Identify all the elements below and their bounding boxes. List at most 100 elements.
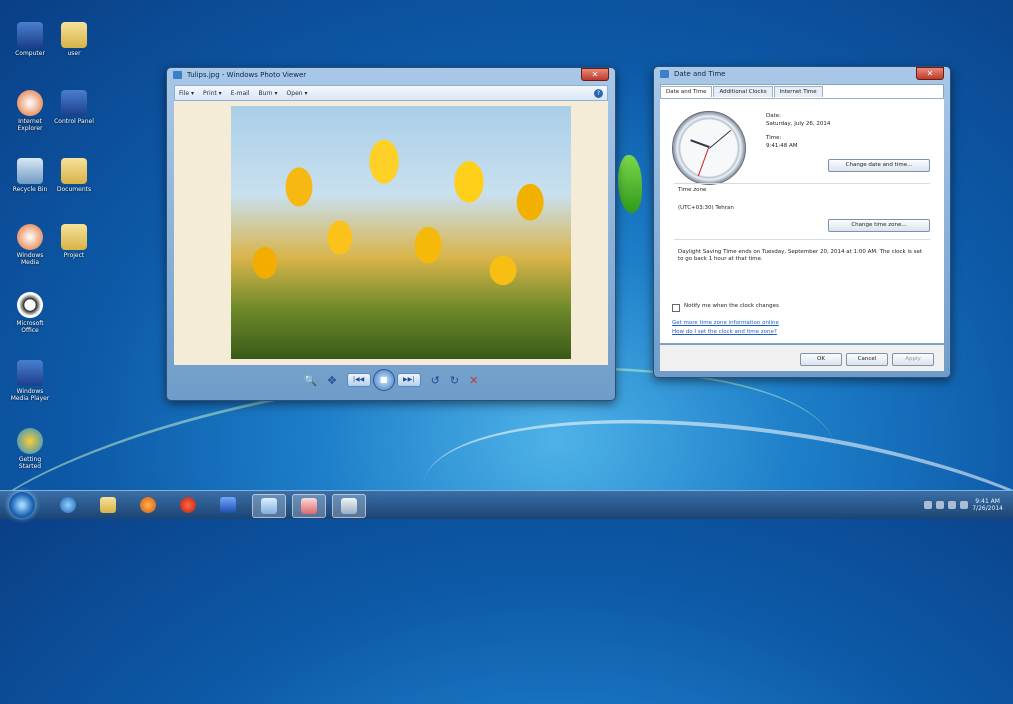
tab-date-and-time[interactable]: Date and Time	[660, 86, 713, 97]
time-zone-info-link[interactable]: Get more time zone information online	[672, 320, 779, 326]
time-label: Time:	[766, 135, 782, 141]
system-tray: 9:41 AM 7/26/2014	[924, 495, 1003, 515]
taskbar-app-1[interactable]	[172, 494, 204, 516]
apply-button[interactable]: Apply	[892, 353, 934, 366]
separator	[674, 183, 930, 184]
actual-size-button[interactable]: ✥	[327, 374, 336, 387]
taskbar-app-2[interactable]	[212, 494, 244, 516]
start-button[interactable]	[9, 492, 35, 518]
photo-viewer-icon	[261, 498, 277, 514]
folder-icon	[100, 497, 116, 513]
notify-checkbox[interactable]	[672, 304, 680, 312]
close-button[interactable]: ✕	[581, 68, 609, 81]
volume-icon[interactable]	[960, 501, 969, 509]
date-time-dialog[interactable]: Date and Time ✕ Date and Time Additional…	[653, 66, 951, 378]
zoom-button[interactable]: 🔍	[304, 374, 318, 387]
rotate-counterclockwise-button[interactable]: ↺	[431, 374, 440, 387]
dst-notice: Daylight Saving Time ends on Tuesday, Se…	[678, 249, 922, 262]
photo-viewer-window[interactable]: Tulips.jpg - Windows Photo Viewer ✕ File…	[166, 67, 616, 401]
recycle-bin-icon	[17, 158, 43, 184]
tray-date: 7/26/2014	[972, 505, 1003, 512]
flag-icon[interactable]	[936, 501, 945, 509]
document-icon	[220, 497, 236, 513]
menu-burn[interactable]: Burn ▾	[259, 90, 278, 97]
media-player-icon	[140, 497, 156, 513]
dialog-footer: OK Cancel Apply	[660, 345, 944, 371]
folder-icon	[61, 158, 87, 184]
menu-open[interactable]: Open ▾	[287, 90, 308, 97]
dialog-titlebar[interactable]: Date and Time ✕	[654, 67, 950, 81]
media-player-icon	[17, 360, 43, 386]
desktop-icon-recycle-bin[interactable]: Recycle Bin	[8, 158, 52, 193]
menu-file[interactable]: File ▾	[179, 90, 194, 97]
tray-clock[interactable]: 9:41 AM 7/26/2014	[972, 498, 1003, 512]
time-value: 9:41:48 AM	[766, 143, 798, 149]
desktop-icon-getting-started[interactable]: Getting Started	[8, 428, 52, 470]
language-icon[interactable]	[924, 501, 933, 509]
time-zone-label: Time zone	[678, 187, 707, 193]
change-time-zone-button[interactable]: Change time zone...	[828, 219, 930, 232]
network-icon[interactable]	[948, 501, 957, 509]
internet-explorer-icon	[60, 497, 76, 513]
ok-button[interactable]: OK	[800, 353, 842, 366]
dialog-tabs: Date and Time Additional Clocks Internet…	[660, 86, 823, 97]
time-zone-value: (UTC+03:30) Tehran	[678, 205, 734, 211]
taskbar-explorer[interactable]	[92, 494, 124, 516]
taskbar: 9:41 AM 7/26/2014	[0, 490, 1013, 519]
tab-additional-clocks[interactable]: Additional Clocks	[713, 86, 773, 97]
desktop-icon-office[interactable]: Microsoft Office	[8, 292, 52, 334]
dialog-title: Date and Time	[674, 70, 726, 78]
navigation-group: |◀◀ ■ ▶▶|	[346, 369, 421, 391]
taskbar-media-player[interactable]	[132, 494, 164, 516]
folder-icon	[61, 224, 87, 250]
tray-time: 9:41 AM	[975, 498, 1000, 505]
cancel-button[interactable]: Cancel	[846, 353, 888, 366]
next-button[interactable]: ▶▶|	[396, 373, 421, 387]
wallpaper-fish-shape	[618, 155, 642, 213]
date-label: Date:	[766, 113, 781, 119]
desktop-icon-control-panel[interactable]: Control Panel	[52, 90, 96, 125]
dialog-close-button[interactable]: ✕	[916, 67, 944, 80]
viewer-titlebar[interactable]: Tulips.jpg - Windows Photo Viewer ✕	[167, 68, 615, 82]
tulips-photo	[231, 106, 571, 359]
menu-print[interactable]: Print ▾	[203, 90, 222, 97]
rotate-clockwise-button[interactable]: ↻	[450, 374, 459, 387]
desktop-icon-computer[interactable]: Computer	[8, 22, 52, 57]
previous-button[interactable]: |◀◀	[346, 373, 371, 387]
close-icon: ✕	[591, 70, 599, 79]
taskbar-photo-viewer[interactable]	[252, 494, 286, 518]
desktop-icon-user[interactable]: user	[52, 22, 96, 57]
desktop-icon-windows-media[interactable]: Windows Media	[8, 224, 52, 266]
delete-button[interactable]: ✕	[469, 374, 478, 387]
change-date-time-button[interactable]: Change date and time...	[828, 159, 930, 172]
photo-viewer-icon	[173, 71, 182, 79]
clock-help-link[interactable]: How do I set the clock and time zone?	[672, 329, 777, 335]
menu-email[interactable]: E-mail	[231, 90, 250, 97]
notify-label: Notify me when the clock changes	[684, 303, 779, 309]
taskbar-ie[interactable]	[52, 494, 84, 516]
viewer-menubar: File ▾ Print ▾ E-mail Burn ▾ Open ▾ ?	[174, 85, 608, 101]
taskbar-date-time[interactable]	[332, 494, 366, 518]
separator	[674, 239, 930, 240]
clock-icon	[341, 498, 357, 514]
taskbar-control-panel[interactable]	[292, 494, 326, 518]
app-icon	[180, 497, 196, 513]
folder-icon	[61, 22, 87, 48]
control-panel-icon	[61, 90, 87, 116]
media-icon	[17, 224, 43, 250]
viewer-controls: 🔍 ✥ |◀◀ ■ ▶▶| ↺ ↻ ✕	[174, 368, 608, 392]
slideshow-button[interactable]: ■	[372, 369, 395, 391]
hour-hand	[690, 139, 710, 148]
help-icon[interactable]: ?	[594, 88, 603, 98]
desktop-icon-media-player[interactable]: Windows Media Player	[8, 360, 52, 402]
computer-icon	[17, 22, 43, 48]
second-hand	[697, 147, 709, 177]
desktop-icon-ie[interactable]: Internet Explorer	[8, 90, 52, 132]
desktop-icon-project[interactable]: Project	[52, 224, 96, 259]
tab-internet-time[interactable]: Internet Time	[773, 86, 823, 97]
desktop-icon-documents[interactable]: Documents	[52, 158, 96, 193]
viewer-title: Tulips.jpg - Windows Photo Viewer	[187, 71, 307, 79]
photo-canvas	[174, 101, 608, 365]
office-icon	[17, 292, 43, 318]
control-panel-icon	[301, 498, 317, 514]
